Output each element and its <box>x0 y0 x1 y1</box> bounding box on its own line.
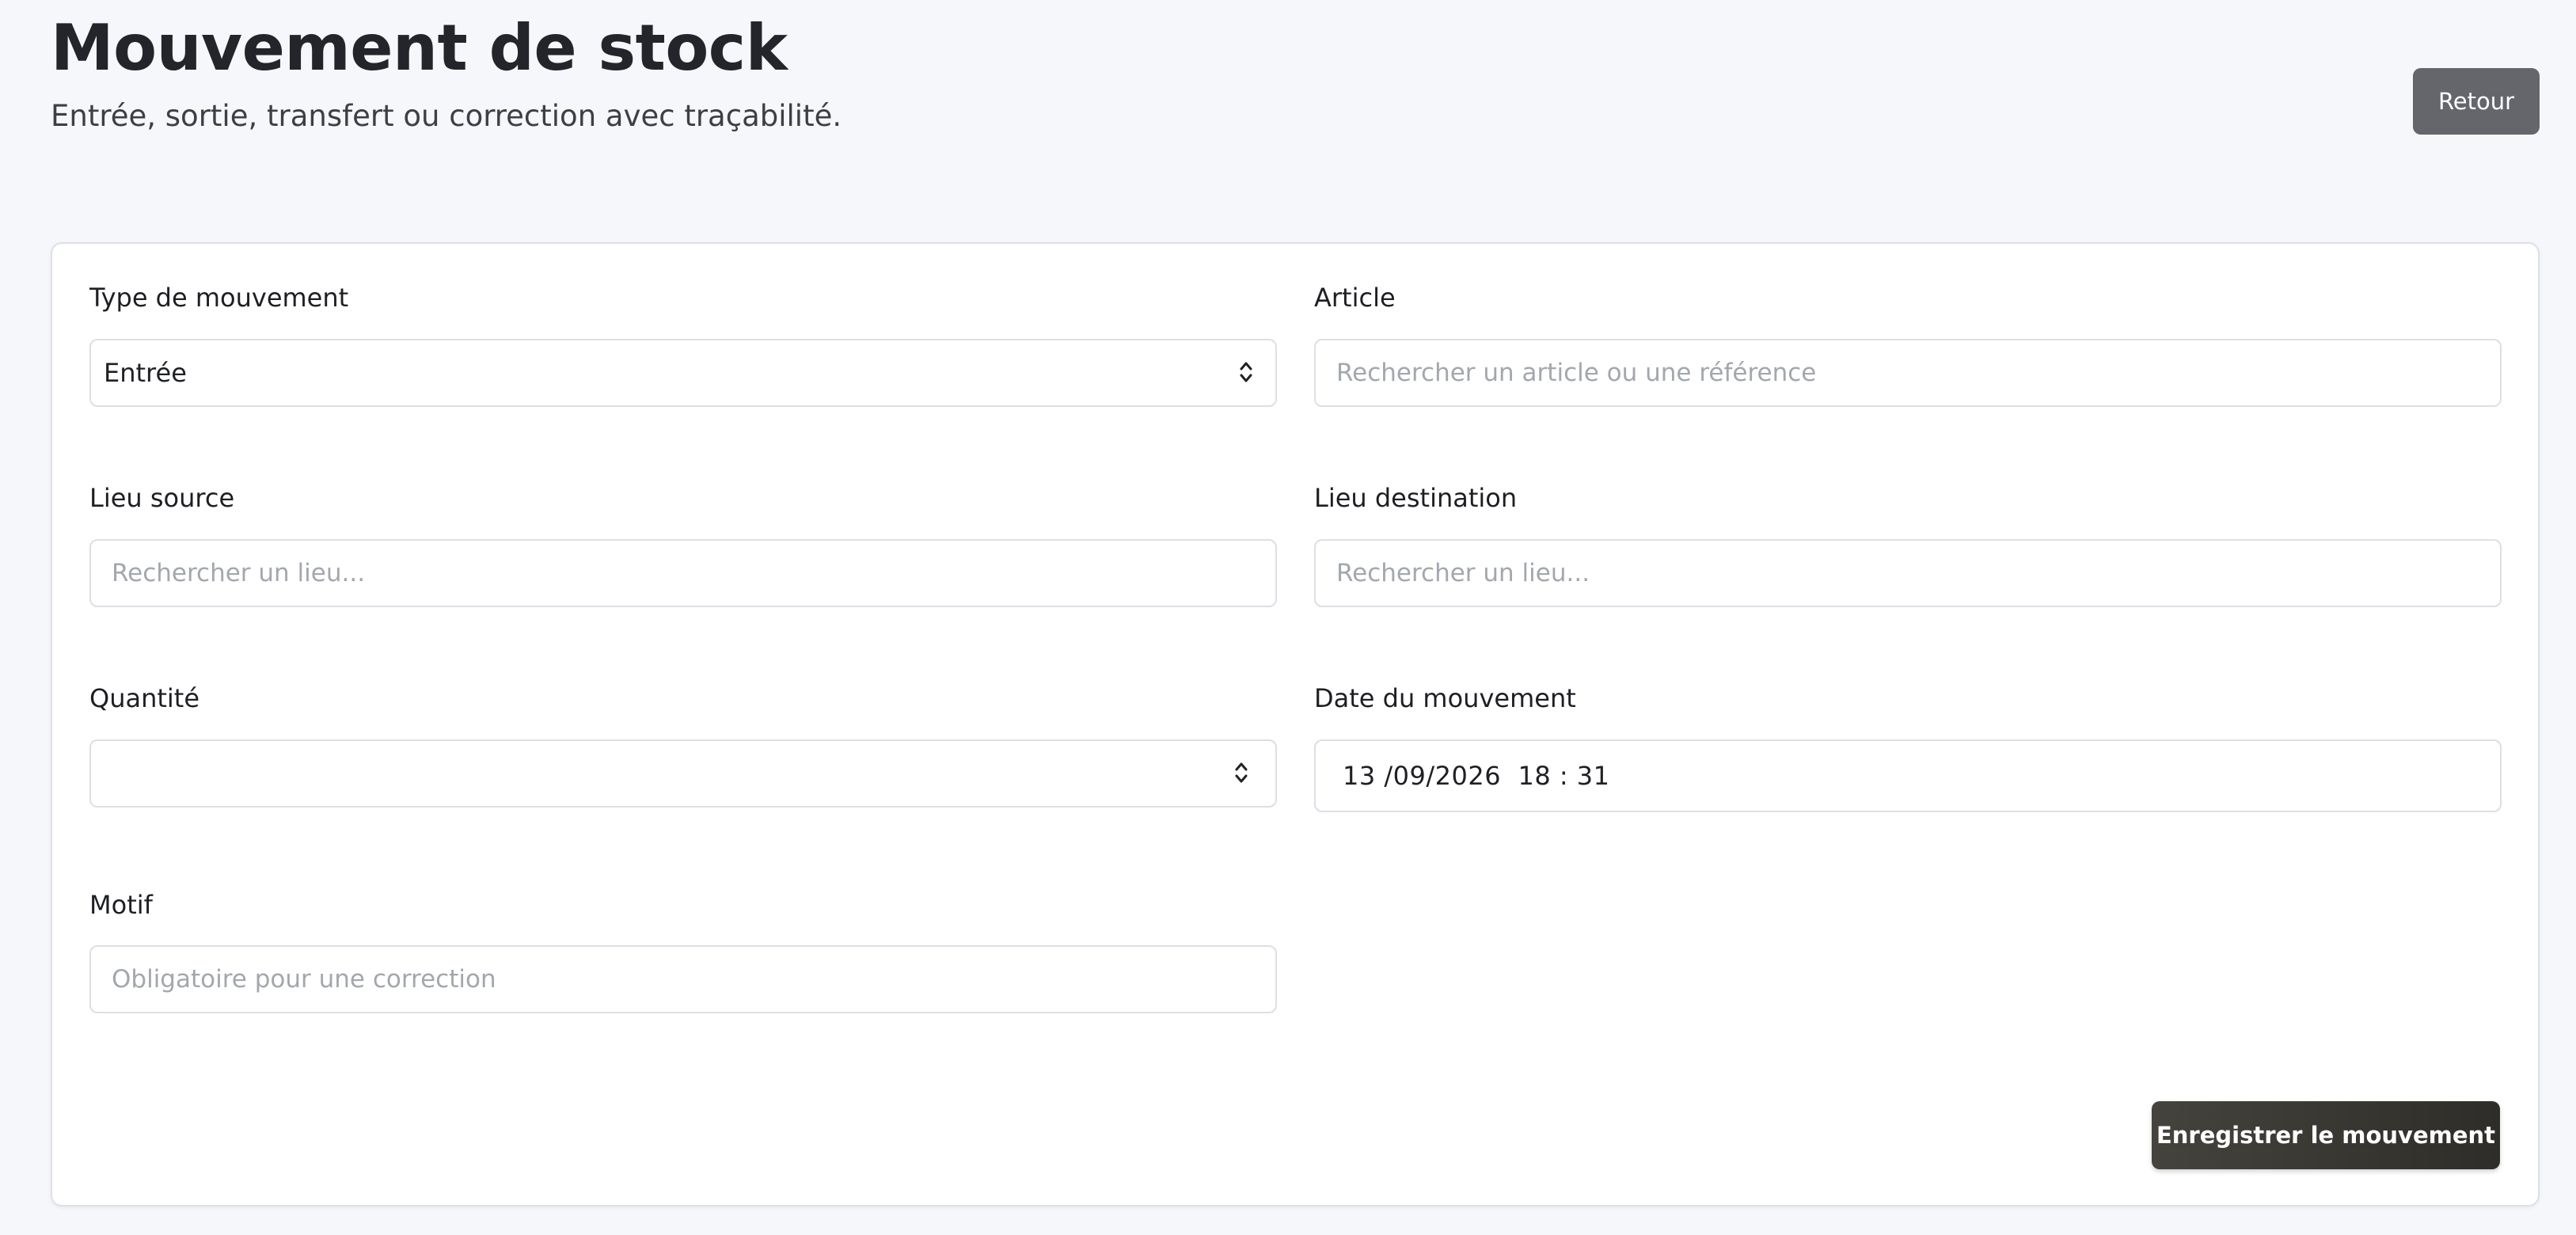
article-search-input[interactable] <box>1314 339 2502 407</box>
movement-date-label: Date du mouvement <box>1314 683 1576 713</box>
save-movement-button[interactable]: Enregistrer le mouvement <box>2152 1101 2500 1169</box>
destination-location-input[interactable] <box>1314 539 2502 607</box>
spinner-icon[interactable] <box>1233 760 1250 787</box>
article-label: Article <box>1314 283 1396 313</box>
page-subtitle: Entrée, sortie, transfert ou correction … <box>51 99 842 133</box>
quantity-stepper[interactable] <box>89 739 1277 808</box>
reason-input[interactable] <box>89 945 1277 1013</box>
chevron-up-down-icon <box>1237 359 1255 386</box>
movement-type-value: Entrée <box>104 358 187 388</box>
destination-location-label: Lieu destination <box>1314 483 1518 513</box>
stock-movement-page: Mouvement de stock Entrée, sortie, trans… <box>0 0 2576 1235</box>
movement-date-input[interactable]: 13 /09/2026 18 : 31 <box>1314 739 2502 812</box>
movement-type-select[interactable]: Entrée <box>89 339 1277 407</box>
page-title: Mouvement de stock <box>51 11 788 85</box>
movement-type-label: Type de mouvement <box>89 283 349 313</box>
back-button[interactable]: Retour <box>2413 68 2540 135</box>
source-location-input[interactable] <box>89 539 1277 607</box>
movement-date-value: 13 /09/2026 18 : 31 <box>1343 761 1610 791</box>
source-location-label: Lieu source <box>89 483 235 513</box>
reason-label: Motif <box>89 890 153 920</box>
quantity-label: Quantité <box>89 683 200 713</box>
